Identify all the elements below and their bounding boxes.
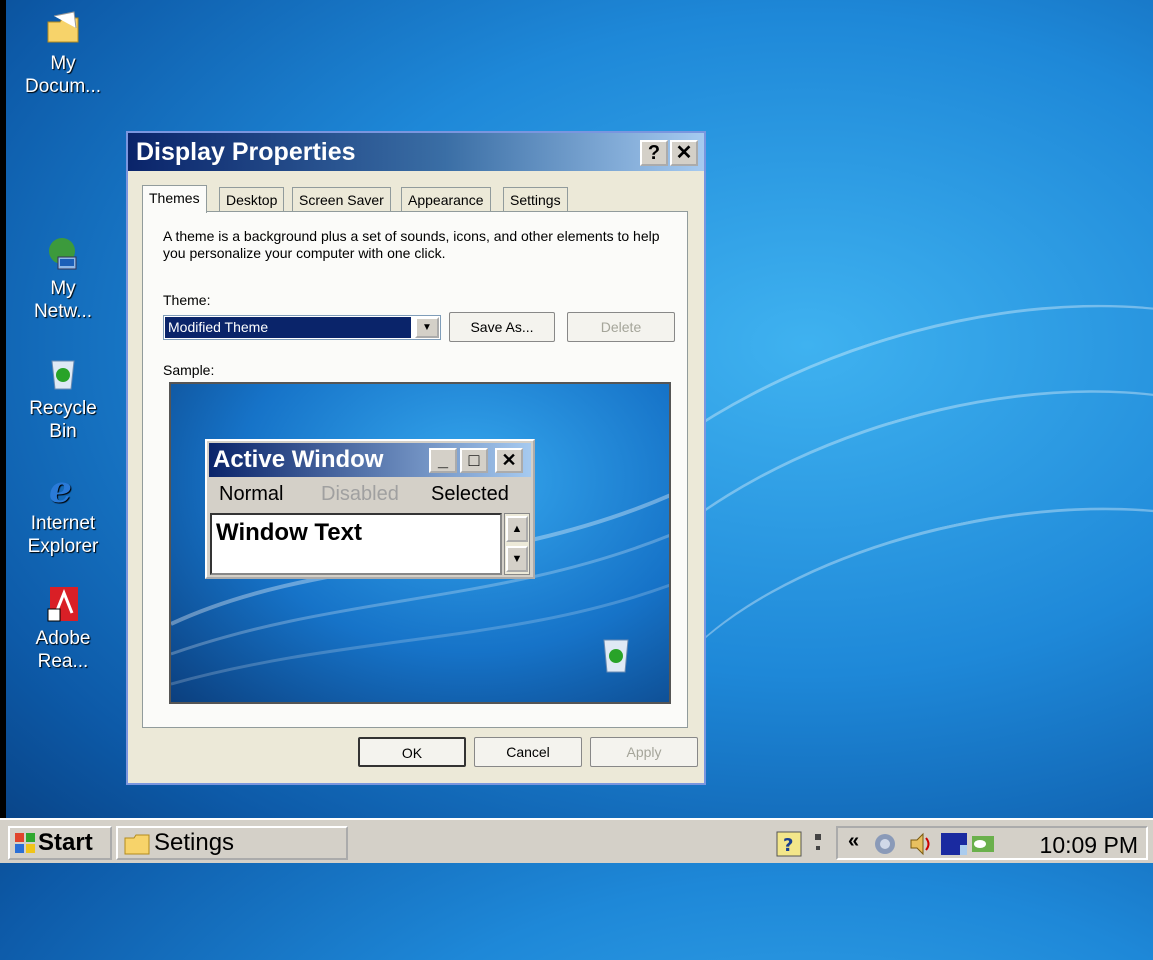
help-icon[interactable]: ?: [776, 831, 802, 857]
tab-desktop[interactable]: Desktop: [219, 187, 285, 211]
sample-window-text: Window Text: [216, 519, 362, 546]
desktop-icon-label: My Netw...: [33, 278, 93, 322]
sample-menu-selected: Selected: [431, 483, 509, 505]
maximize-icon: □: [460, 448, 488, 473]
taskbar-item-label: Setings: [154, 829, 235, 856]
sample-window-text-area: Window Text: [210, 513, 502, 575]
theme-select[interactable]: Modified Theme ▼: [163, 315, 441, 340]
clock[interactable]: 10:09 PM: [1040, 832, 1138, 859]
tab-settings[interactable]: Settings: [503, 187, 568, 211]
close-button[interactable]: ✕: [670, 140, 698, 166]
windows-logo-icon: [14, 831, 36, 863]
help-button[interactable]: ?: [640, 140, 668, 166]
tab-themes[interactable]: Themes: [142, 185, 207, 213]
ok-button[interactable]: OK: [358, 737, 466, 767]
desktop-icon-label: Recycle Bin: [29, 398, 97, 442]
sample-scrollbar: ▲ ▼: [504, 513, 530, 575]
desktop-icon-my-documents[interactable]: My Docum...: [18, 10, 108, 98]
desktop-icon-label: Internet Explorer: [27, 513, 99, 557]
scroll-up-icon: ▲: [506, 516, 528, 542]
dialog-titlebar[interactable]: Display Properties ? ✕: [128, 133, 704, 171]
grip-icon: [815, 834, 821, 850]
display-tray-icon[interactable]: [940, 831, 968, 857]
sample-label: Sample:: [163, 362, 215, 378]
adobe-reader-icon: [44, 585, 82, 623]
sample-window-title: Active Window: [213, 446, 384, 473]
taskbar-item-settings[interactable]: Setings: [116, 826, 348, 860]
theme-description: A theme is a background plus a set of so…: [163, 228, 660, 261]
screen-border: [0, 0, 6, 863]
delete-button[interactable]: Delete: [567, 312, 675, 342]
start-label: Start: [38, 829, 93, 856]
scroll-down-icon: ▼: [506, 546, 528, 572]
taskbar: Start Setings ? « 10:09 PM: [0, 818, 1153, 863]
chevron-down-icon[interactable]: ▼: [415, 317, 439, 338]
desktop-icon-label: Adobe Rea...: [35, 628, 91, 672]
start-button[interactable]: Start: [8, 826, 112, 860]
recycle-bin-icon: [44, 355, 82, 393]
display-properties-dialog: Display Properties ? ✕ Themes Desktop Sc…: [126, 131, 706, 785]
system-tray: ? « 10:09 PM: [776, 826, 1148, 860]
desktop-icon-my-network[interactable]: My Netw...: [18, 235, 108, 323]
theme-label: Theme:: [163, 292, 211, 308]
network-tray-icon[interactable]: [874, 831, 900, 857]
tab-screen-saver[interactable]: Screen Saver: [292, 187, 391, 211]
save-as-button[interactable]: Save As...: [449, 312, 555, 342]
nvidia-icon[interactable]: [970, 832, 996, 856]
apply-button[interactable]: Apply: [590, 737, 698, 767]
recycle-bin-icon: [599, 634, 633, 674]
my-documents-icon: [44, 10, 82, 48]
sample-active-window: Active Window _ □ ✕ Normal Disabled Sele…: [205, 439, 535, 579]
sample-menu-normal: Normal: [219, 483, 284, 505]
volume-icon[interactable]: [908, 831, 934, 857]
expand-tray-icon[interactable]: «: [848, 830, 859, 853]
desktop-icon-adobe-reader[interactable]: Adobe Rea...: [18, 585, 108, 673]
internet-explorer-icon: e: [44, 469, 82, 511]
sample-menu-disabled: Disabled: [321, 483, 399, 505]
desktop-icon-recycle-bin[interactable]: Recycle Bin: [18, 355, 108, 443]
cancel-button[interactable]: Cancel: [474, 737, 582, 767]
svg-text:?: ?: [783, 835, 793, 856]
minimize-icon: _: [429, 448, 457, 473]
tab-appearance[interactable]: Appearance: [401, 187, 491, 211]
network-icon: [44, 235, 82, 273]
theme-sample-preview: Active Window _ □ ✕ Normal Disabled Sele…: [169, 382, 671, 704]
close-icon: ✕: [495, 448, 523, 473]
dialog-title: Display Properties: [136, 138, 356, 166]
theme-select-value: Modified Theme: [165, 317, 411, 338]
themes-panel: A theme is a background plus a set of so…: [142, 211, 688, 728]
folder-icon: [124, 833, 150, 863]
desktop-icon-internet-explorer[interactable]: e Internet Explorer: [18, 469, 108, 558]
sample-titlebar: Active Window _ □ ✕: [209, 443, 531, 477]
desktop-icon-label: My Docum...: [24, 53, 102, 97]
svg-text:e: e: [49, 470, 72, 508]
